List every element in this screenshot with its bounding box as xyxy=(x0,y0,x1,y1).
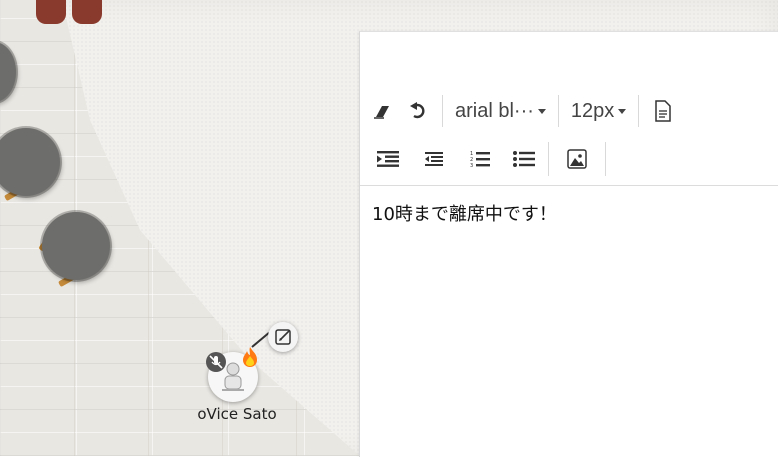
document-button[interactable] xyxy=(645,96,681,126)
toolbar-separator xyxy=(548,142,549,176)
clear-format-button[interactable] xyxy=(364,96,400,126)
outdent-button[interactable] xyxy=(416,144,452,174)
toolbar-separator xyxy=(638,95,640,127)
font-family-select[interactable]: arial bl··· xyxy=(449,96,552,126)
unordered-list-button[interactable] xyxy=(506,144,542,174)
toolbar-separator xyxy=(557,95,559,127)
unordered-list-icon xyxy=(513,151,535,167)
flame-icon xyxy=(240,346,260,372)
edit-icon xyxy=(275,329,291,345)
eraser-icon xyxy=(374,106,389,119)
toolbar-row-1: arial bl··· 12px xyxy=(360,94,681,128)
indent-icon xyxy=(377,151,399,167)
svg-text:3: 3 xyxy=(470,163,473,168)
status-editor-panel: arial bl··· 12px 1 2 3 10時まで離席中です！ xyxy=(359,31,778,457)
chevron-down-icon xyxy=(618,108,627,114)
toolbar-separator xyxy=(442,95,443,127)
undo-button[interactable] xyxy=(400,96,436,126)
toolbar-row-2: 1 2 3 xyxy=(360,142,612,176)
ordered-list-button[interactable]: 1 2 3 xyxy=(462,144,498,174)
editor-toolbar: arial bl··· 12px 1 2 3 xyxy=(360,32,778,186)
character-right-foot xyxy=(72,0,102,24)
toolbar-separator xyxy=(605,142,606,176)
chevron-down-icon xyxy=(537,108,546,114)
mic-off-icon[interactable] xyxy=(206,352,226,372)
character-left-foot xyxy=(36,0,66,24)
font-family-value: arial bl··· xyxy=(455,99,534,122)
font-size-select[interactable]: 12px xyxy=(565,96,632,126)
indent-button[interactable] xyxy=(370,144,406,174)
image-icon xyxy=(567,149,587,169)
undo-icon xyxy=(410,102,425,119)
table-3[interactable] xyxy=(42,212,110,280)
insert-image-button[interactable] xyxy=(559,144,595,174)
ordered-list-icon: 1 2 3 xyxy=(470,151,490,168)
outdent-icon xyxy=(425,152,443,166)
edit-status-button[interactable] xyxy=(268,322,298,352)
font-size-value: 12px xyxy=(570,99,615,122)
status-message-editor[interactable]: 10時まで離席中です！ xyxy=(372,200,772,440)
document-icon xyxy=(655,100,672,122)
avatar-name: oVice Sato xyxy=(197,405,277,423)
